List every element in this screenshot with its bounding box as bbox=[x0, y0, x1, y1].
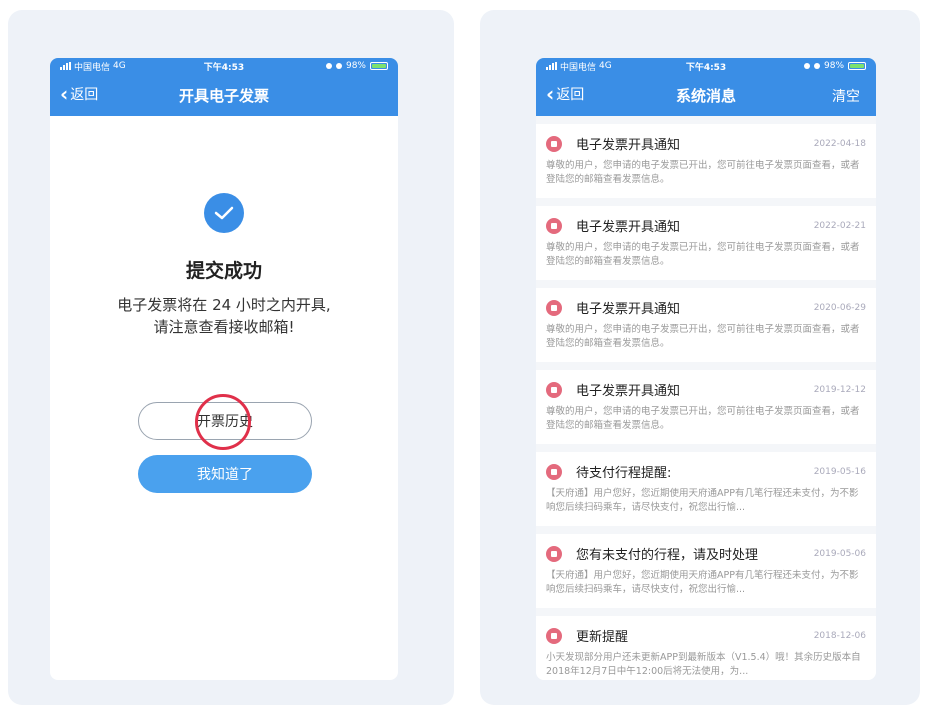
top-bar: 中国电信 4G 下午4:53 98% ‹ 返回 开具电子发票 bbox=[50, 58, 398, 116]
location-icon bbox=[804, 63, 810, 69]
message-title: 电子发票开具通知 bbox=[576, 220, 681, 235]
message-body: 【天府通】用户您好，您近期使用天府通APP有几笔行程还未支付，为不影响您后续扫码… bbox=[546, 570, 859, 595]
status-time: 下午4:53 bbox=[685, 62, 727, 73]
message-title: 您有未支付的行程，请及时处理 bbox=[576, 548, 759, 563]
message-icon bbox=[546, 381, 562, 398]
message-icon bbox=[546, 545, 562, 562]
status-bar: 中国电信 4G 下午4:53 98% bbox=[50, 58, 398, 74]
message-date: 2019-05-06 bbox=[813, 548, 866, 559]
network-type: 4G bbox=[599, 61, 612, 71]
success-content: 提交成功 电子发票将在 24 小时之内开具, 请注意查看接收邮箱! 开票历史 我… bbox=[50, 116, 398, 680]
message-title: 待支付行程提醒: bbox=[576, 466, 672, 481]
list-item[interactable]: 更新提醒 2018-12-06 小天发现部分用户还未更新APP到最新版本（V1.… bbox=[536, 616, 876, 680]
message-date: 2019-12-12 bbox=[813, 384, 866, 395]
list-item[interactable]: 电子发票开具通知 2019-12-12 尊敬的用户，您申请的电子发票已开出，您可… bbox=[536, 370, 876, 444]
battery-icon bbox=[848, 62, 867, 70]
signal-icon bbox=[60, 62, 71, 70]
message-body: 尊敬的用户，您申请的电子发票已开出，您可前往电子发票页面查看，或者登陆您的邮箱查… bbox=[546, 160, 860, 185]
message-icon bbox=[546, 135, 562, 152]
back-button[interactable]: ‹ 返回 bbox=[60, 84, 98, 104]
message-body: 尊敬的用户，您申请的电子发票已开出，您可前往电子发票页面查看，或者登陆您的邮箱查… bbox=[546, 242, 860, 267]
back-label: 返回 bbox=[70, 87, 99, 103]
nav-bar: ‹ 返回 系统消息 清空 bbox=[536, 74, 876, 116]
message-icon bbox=[546, 299, 562, 316]
message-body: 尊敬的用户，您申请的电子发票已开出，您可前往电子发票页面查看，或者登陆您的邮箱查… bbox=[546, 324, 860, 349]
message-title: 电子发票开具通知 bbox=[576, 138, 681, 153]
status-time: 下午4:53 bbox=[203, 62, 245, 73]
location-icon bbox=[325, 63, 332, 69]
page-title: 系统消息 bbox=[675, 86, 736, 105]
message-list: 电子发票开具通知 2022-04-18 尊敬的用户，您申请的电子发票已开出，您可… bbox=[536, 116, 876, 680]
back-button[interactable]: ‹ 返回 bbox=[546, 84, 584, 104]
invoice-success-screen: 中国电信 4G 下午4:53 98% ‹ 返回 开具电子发票 提交成功 电子发票… bbox=[50, 58, 398, 680]
battery-percent: 98% bbox=[824, 61, 845, 71]
list-item[interactable]: 您有未支付的行程，请及时处理 2019-05-06 【天府通】用户您好，您近期使… bbox=[536, 534, 876, 608]
message-title: 更新提醒 bbox=[576, 630, 629, 645]
system-messages-screen: 中国电信 4G 下午4:53 98% ‹ 返回 系统消息 清空 电子发票开具通知… bbox=[536, 58, 876, 680]
message-body: 【天府通】用户您好，您近期使用天府通APP有几笔行程还未支付，为不影响您后续扫码… bbox=[546, 488, 859, 513]
battery-icon bbox=[369, 62, 388, 70]
carrier-name: 中国电信 bbox=[560, 62, 597, 73]
success-description: 电子发票将在 24 小时之内开具, 请注意查看接收邮箱! bbox=[50, 294, 398, 338]
list-item[interactable]: 电子发票开具通知 2022-02-21 尊敬的用户，您申请的电子发票已开出，您可… bbox=[536, 206, 876, 280]
success-title: 提交成功 bbox=[185, 260, 262, 282]
message-icon bbox=[546, 217, 562, 234]
message-body: 尊敬的用户，您申请的电子发票已开出，您可前往电子发票页面查看，或者登陆您的邮箱查… bbox=[546, 406, 860, 431]
back-label: 返回 bbox=[556, 87, 585, 103]
alarm-icon bbox=[335, 63, 342, 69]
chevron-left-icon: ‹ bbox=[60, 82, 69, 106]
highlight-circle bbox=[195, 394, 251, 450]
message-title: 电子发票开具通知 bbox=[576, 302, 681, 317]
page-title: 开具电子发票 bbox=[178, 86, 269, 105]
signal-icon bbox=[546, 62, 557, 70]
message-date: 2022-02-21 bbox=[813, 220, 866, 231]
message-icon bbox=[546, 463, 562, 480]
right-panel: 中国电信 4G 下午4:53 98% ‹ 返回 系统消息 清空 电子发票开具通知… bbox=[480, 10, 920, 705]
description-line-1: 电子发票将在 24 小时之内开具, bbox=[117, 296, 331, 314]
chevron-left-icon: ‹ bbox=[546, 82, 555, 106]
list-item[interactable]: 电子发票开具通知 2022-04-18 尊敬的用户，您申请的电子发票已开出，您可… bbox=[536, 124, 876, 198]
description-line-2: 请注意查看接收邮箱! bbox=[153, 318, 295, 336]
got-it-button[interactable]: 我知道了 bbox=[138, 455, 312, 493]
network-type: 4G bbox=[113, 61, 126, 71]
battery-percent: 98% bbox=[345, 61, 366, 71]
status-bar: 中国电信 4G 下午4:53 98% bbox=[536, 58, 876, 74]
check-icon bbox=[204, 193, 244, 233]
top-bar: 中国电信 4G 下午4:53 98% ‹ 返回 系统消息 清空 bbox=[536, 58, 876, 116]
message-date: 2020-06-29 bbox=[813, 302, 866, 313]
message-body: 小天发现部分用户还未更新APP到最新版本（V1.5.4）哦！其余历史版本自201… bbox=[546, 652, 861, 677]
message-date: 2019-05-16 bbox=[813, 466, 866, 477]
message-date: 2022-04-18 bbox=[813, 138, 866, 149]
nav-bar: ‹ 返回 开具电子发票 bbox=[50, 74, 398, 116]
left-panel: 中国电信 4G 下午4:53 98% ‹ 返回 开具电子发票 提交成功 电子发票… bbox=[8, 10, 454, 705]
alarm-icon bbox=[814, 63, 820, 69]
carrier-name: 中国电信 bbox=[74, 62, 111, 73]
list-item[interactable]: 待支付行程提醒: 2019-05-16 【天府通】用户您好，您近期使用天府通AP… bbox=[536, 452, 876, 526]
clear-button[interactable]: 清空 bbox=[832, 86, 860, 106]
message-icon bbox=[546, 627, 562, 644]
list-item[interactable]: 电子发票开具通知 2020-06-29 尊敬的用户，您申请的电子发票已开出，您可… bbox=[536, 288, 876, 362]
message-date: 2018-12-06 bbox=[813, 630, 866, 641]
message-title: 电子发票开具通知 bbox=[576, 384, 681, 399]
